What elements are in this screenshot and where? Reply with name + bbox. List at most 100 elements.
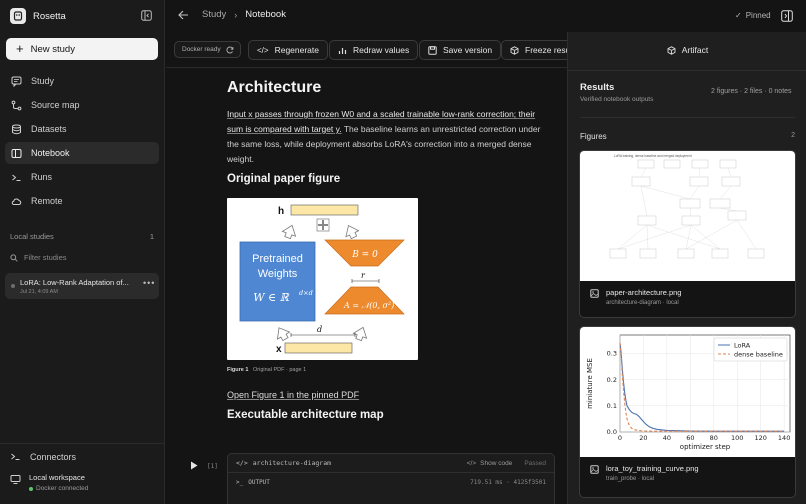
local-studies-header: Local studies 1: [10, 232, 154, 241]
image-file-icon: [590, 465, 599, 482]
rosetta-logo-icon: [10, 8, 26, 24]
sidebar-item-notebook[interactable]: Notebook: [5, 142, 159, 164]
more-options-icon[interactable]: •••: [143, 278, 155, 288]
rank-label: r: [361, 271, 366, 280]
divider: [580, 117, 795, 118]
study-list-item[interactable]: LoRA: Low-Rank Adaptation of... Jul 21, …: [5, 273, 159, 299]
card-filename: paper-architecture.png: [606, 288, 682, 297]
sidebar-item-runs[interactable]: Runs: [5, 166, 159, 188]
sidebar-item-remote[interactable]: Remote: [5, 190, 159, 212]
card-footer: paper-architecture.png architecture-diag…: [580, 281, 795, 306]
sidebar-item-datasets[interactable]: Datasets: [5, 118, 159, 140]
thumb-title: LoRA training, dense baseline and merged…: [614, 154, 692, 158]
output-meta: 719.51 ms · 4125f3501: [470, 479, 546, 486]
brand[interactable]: Rosetta: [10, 8, 66, 24]
x-axis-label: optimizer step: [680, 443, 731, 451]
card-meta: train_probe · local: [606, 476, 655, 482]
cloud-icon: [11, 196, 22, 207]
branch-icon: [11, 100, 22, 111]
sidebar-item-study[interactable]: Study: [5, 70, 159, 92]
local-studies-label: Local studies: [10, 232, 54, 241]
b-formula: B = 0: [351, 250, 378, 260]
toggle-panel-icon[interactable]: [781, 10, 793, 22]
sidebar-item-label: Datasets: [31, 124, 67, 134]
notebook-content: Architecture Input x passes through froz…: [166, 69, 567, 504]
figure-card-architecture[interactable]: LoRA training, dense baseline and merged…: [579, 150, 796, 318]
filter-studies-input[interactable]: Filter studies: [10, 253, 67, 262]
chat-icon: [11, 76, 22, 87]
artifact-header: Artifact: [568, 45, 806, 55]
study-status-dot: [11, 284, 15, 288]
y-tick-label: 0.2: [607, 376, 617, 384]
show-code-button[interactable]: </> Show code: [467, 460, 513, 467]
cube-icon: [667, 45, 676, 55]
sidebar-item-label: Notebook: [31, 148, 70, 158]
study-date: Jul 21, 4:09 AM: [20, 289, 58, 295]
x-tick-label: 140: [778, 434, 790, 442]
save-icon: [428, 45, 437, 55]
workspace-status[interactable]: Local workspace Docker connected: [10, 473, 88, 492]
open-figure-link[interactable]: Open Figure 1 in the pinned PDF: [227, 390, 359, 400]
cube-icon: [510, 45, 519, 55]
cell-name: architecture-diagram: [252, 459, 332, 467]
y-axis-label: miniature MSE: [586, 358, 594, 409]
connectors-button[interactable]: Connectors: [10, 451, 76, 462]
x-tick-label: 0: [618, 434, 622, 442]
regenerate-button[interactable]: </> Regenerate: [248, 40, 328, 60]
breadcrumb: Study › Notebook: [178, 9, 286, 20]
artifact-panel: Artifact Results 2 figures · 2 files · 0…: [567, 32, 806, 504]
section-title: Architecture: [227, 79, 322, 96]
app-name: Rosetta: [33, 10, 66, 22]
figure-caption: Figure 1 Original PDF · page 1: [227, 367, 306, 373]
sidebar-item-label: Source map: [31, 100, 80, 110]
arrow-up-right: [345, 224, 360, 240]
card-footer: lora_toy_training_curve.png train_probe …: [580, 457, 795, 482]
workspace-title: Local workspace: [29, 473, 85, 482]
pinned-status[interactable]: ✓ Pinned: [735, 11, 771, 20]
figure-card-training-curve[interactable]: 0 20 40 60 80 100 120 140 0.0 0.1 0.2 0.3 optimizer …: [579, 326, 796, 498]
terminal-icon: [11, 172, 22, 183]
freeze-results-button[interactable]: Freeze results: [501, 40, 567, 60]
bar-chart-icon: [338, 46, 347, 55]
redraw-values-label: Redraw values: [353, 45, 410, 55]
collapse-sidebar-icon[interactable]: [141, 10, 152, 21]
a-formula: A = 𝒩(0, σ2): [343, 301, 394, 310]
dim-label: d: [317, 325, 322, 334]
freeze-results-label: Freeze results: [525, 45, 567, 55]
lora-architecture-figure: h Pretrained Weights W ∈ ℝ d×d B = 0 r A…: [227, 198, 418, 360]
figures-label: Figures: [580, 132, 607, 141]
breadcrumb-parent[interactable]: Study: [202, 9, 226, 20]
new-study-button[interactable]: + New study: [6, 38, 158, 60]
output-label: OUTPUT: [248, 479, 270, 486]
figures-count: 2: [791, 132, 795, 139]
paper-figure-heading: Original paper figure: [227, 173, 341, 185]
sidebar: Rosetta + New study Study Source map Dat…: [0, 0, 165, 504]
output-row[interactable]: >_ OUTPUT 719.51 ms · 4125f3501: [228, 479, 554, 486]
sidebar-item-source-map[interactable]: Source map: [5, 94, 159, 116]
save-version-label: Save version: [443, 45, 493, 55]
workspace-status-text: Docker connected: [36, 485, 89, 492]
w-superscript: d×d: [299, 289, 313, 297]
legend-label-0: LoRA: [734, 341, 751, 349]
redraw-values-button[interactable]: Redraw values: [329, 40, 419, 60]
arrow-lower-right: [352, 326, 368, 342]
x-tick-label: 80: [710, 434, 718, 442]
results-title: Results: [580, 82, 615, 93]
code-icon: </>: [466, 459, 477, 467]
y-tick-label: 0.3: [607, 350, 617, 358]
run-cell-icon[interactable]: [190, 461, 198, 470]
architecture-thumbnail: LoRA training, dense baseline and merged…: [580, 151, 795, 281]
arrow-up-left: [281, 224, 297, 240]
back-arrow-icon[interactable]: [178, 10, 189, 20]
refresh-icon: [226, 46, 234, 54]
save-version-button[interactable]: Save version: [419, 40, 502, 60]
caption-source: Original PDF · page 1: [253, 367, 307, 373]
figure-x-label: x: [276, 344, 282, 355]
new-study-label: New study: [30, 43, 75, 55]
figure-h-label: h: [278, 206, 284, 217]
output-bar: [290, 204, 359, 216]
docker-status-badge[interactable]: Docker ready: [174, 41, 241, 58]
show-code-label: Show code: [480, 459, 513, 467]
pretrained-label: Pretrained: [252, 253, 303, 265]
sidebar-item-label: Study: [31, 76, 55, 86]
